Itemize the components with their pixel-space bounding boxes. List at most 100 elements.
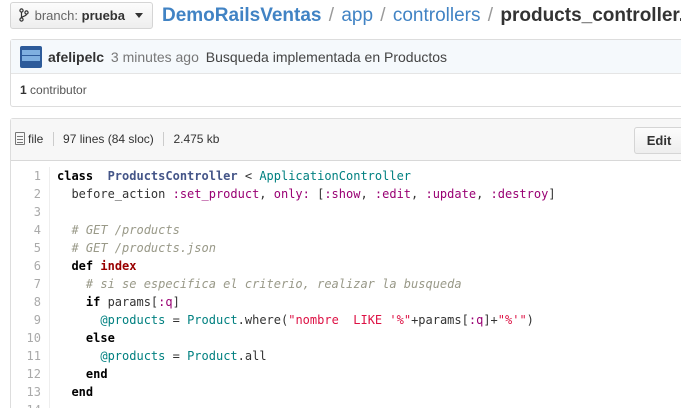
line-number[interactable]: 13 bbox=[11, 383, 41, 401]
commit-time: 3 minutes ago bbox=[110, 49, 199, 65]
contributors-bar: 1 contributor bbox=[11, 74, 681, 106]
code-token: if bbox=[85, 295, 101, 309]
contributors-link[interactable]: 1 contributor bbox=[20, 83, 87, 97]
code-line: 12 end bbox=[11, 365, 681, 383]
code-text: @products = Product.where("nombre LIKE '… bbox=[57, 311, 534, 329]
breadcrumb-current-file: products_controller.rb bbox=[500, 5, 681, 26]
avatar-band bbox=[22, 56, 40, 61]
file-navigation: branch: prueba DemoRailsVentas / app / c… bbox=[0, 0, 681, 36]
line-number[interactable]: 2 bbox=[11, 185, 41, 203]
commit-tease: afelipelc 3 minutes ago Busqueda impleme… bbox=[10, 39, 681, 107]
code-token: +params[ bbox=[411, 313, 469, 327]
breadcrumb-controllers-link[interactable]: controllers bbox=[393, 5, 481, 26]
code-token: @products bbox=[100, 349, 166, 363]
code-line: 10 else bbox=[11, 329, 681, 347]
breadcrumb-repo-link[interactable]: DemoRailsVentas bbox=[162, 5, 321, 26]
code-token: [ bbox=[309, 187, 325, 201]
code-token: ] bbox=[172, 295, 180, 309]
file-icon bbox=[15, 132, 25, 145]
code-line: 7 # si se especifica el criterio, realiz… bbox=[11, 275, 681, 293]
code-token: , bbox=[476, 187, 491, 201]
code-line: 4 # GET /products bbox=[11, 221, 681, 239]
file-info: file 97 lines (84 sloc) 2.475 kb bbox=[15, 132, 219, 146]
code-token: before_action bbox=[57, 187, 173, 201]
code-token: else bbox=[85, 331, 115, 345]
code-line: 2 before_action :set_product, only: [:sh… bbox=[11, 185, 681, 203]
chevron-down-icon bbox=[134, 13, 143, 18]
code-token: # GET /products bbox=[71, 223, 180, 237]
code-text: class ProductsController < ApplicationCo… bbox=[57, 167, 411, 185]
code-token: end bbox=[71, 385, 94, 399]
file-header: file 97 lines (84 sloc) 2.475 kb Edit bbox=[11, 119, 681, 161]
breadcrumb: DemoRailsVentas / app / controllers / pr… bbox=[162, 4, 681, 28]
code-token: = bbox=[165, 313, 188, 327]
commit-summary: afelipelc 3 minutes ago Busqueda impleme… bbox=[48, 49, 447, 65]
line-number[interactable]: 7 bbox=[11, 275, 41, 293]
code-token: :q bbox=[468, 313, 484, 327]
branch-select-button[interactable]: branch: prueba bbox=[10, 2, 153, 29]
code-token: "%'" bbox=[497, 313, 527, 327]
code-token: ApplicationController bbox=[259, 169, 412, 183]
code-text: else bbox=[57, 329, 115, 347]
code-token: :destroy bbox=[490, 187, 549, 201]
code-blob: 1 class ProductsController < ApplicationC… bbox=[11, 167, 681, 408]
code-text: @products = Product.all bbox=[57, 347, 266, 365]
latest-commit-bar: afelipelc 3 minutes ago Busqueda impleme… bbox=[11, 40, 681, 74]
code-token: # si se especifica el criterio, realizar… bbox=[85, 277, 462, 291]
line-number[interactable]: 9 bbox=[11, 311, 41, 329]
code-token: @products bbox=[100, 313, 166, 327]
branch-icon bbox=[19, 8, 29, 22]
breadcrumb-separator: / bbox=[328, 5, 335, 26]
line-number[interactable]: 12 bbox=[11, 365, 41, 383]
breadcrumb-separator: / bbox=[487, 5, 494, 26]
contributor-label: contributor bbox=[30, 83, 87, 97]
code-text: # GET /products.json bbox=[57, 239, 216, 257]
code-token: :update bbox=[425, 187, 477, 201]
code-token: , bbox=[411, 187, 426, 201]
branch-name: prueba bbox=[81, 8, 125, 23]
line-number[interactable]: 11 bbox=[11, 347, 41, 365]
info-divider bbox=[52, 132, 54, 146]
line-number[interactable]: 6 bbox=[11, 257, 41, 275]
avatar[interactable] bbox=[20, 46, 42, 68]
info-divider bbox=[163, 132, 165, 146]
code-line: 5 # GET /products.json bbox=[11, 239, 681, 257]
commit-message-link[interactable]: Busqueda implementada en Productos bbox=[206, 49, 447, 65]
file-viewer: file 97 lines (84 sloc) 2.475 kb Edit 1c… bbox=[10, 118, 681, 408]
line-number[interactable]: 5 bbox=[11, 239, 41, 257]
edit-button[interactable]: Edit bbox=[634, 127, 681, 154]
code-text: end bbox=[57, 365, 108, 383]
code-token: :set_product bbox=[172, 187, 260, 201]
code-token: , bbox=[259, 187, 274, 201]
line-number[interactable]: 1 bbox=[11, 167, 41, 185]
code-text: def index bbox=[57, 257, 136, 275]
line-number[interactable]: 10 bbox=[11, 329, 41, 347]
code-line: 3 bbox=[11, 203, 681, 221]
file-type-label: file bbox=[28, 132, 44, 146]
breadcrumb-separator: / bbox=[380, 5, 386, 26]
code-line: 1 class ProductsController < ApplicationC… bbox=[11, 167, 681, 185]
line-number[interactable]: 4 bbox=[11, 221, 41, 239]
code-token: def bbox=[71, 259, 94, 273]
line-number[interactable]: 14 bbox=[11, 401, 41, 408]
line-number[interactable]: 8 bbox=[11, 293, 41, 311]
code-token: = bbox=[165, 349, 188, 363]
code-text: if params[:q] bbox=[57, 293, 180, 311]
code-token: .where( bbox=[237, 313, 289, 327]
commit-author-link[interactable]: afelipelc bbox=[48, 49, 104, 65]
code-line: 9 @products = Product.where("nombre LIKE… bbox=[11, 311, 681, 329]
line-number[interactable]: 3 bbox=[11, 203, 41, 221]
code-token: params[ bbox=[100, 295, 159, 309]
breadcrumb-app-link[interactable]: app bbox=[341, 5, 373, 26]
code-line: 13 end bbox=[11, 383, 681, 401]
